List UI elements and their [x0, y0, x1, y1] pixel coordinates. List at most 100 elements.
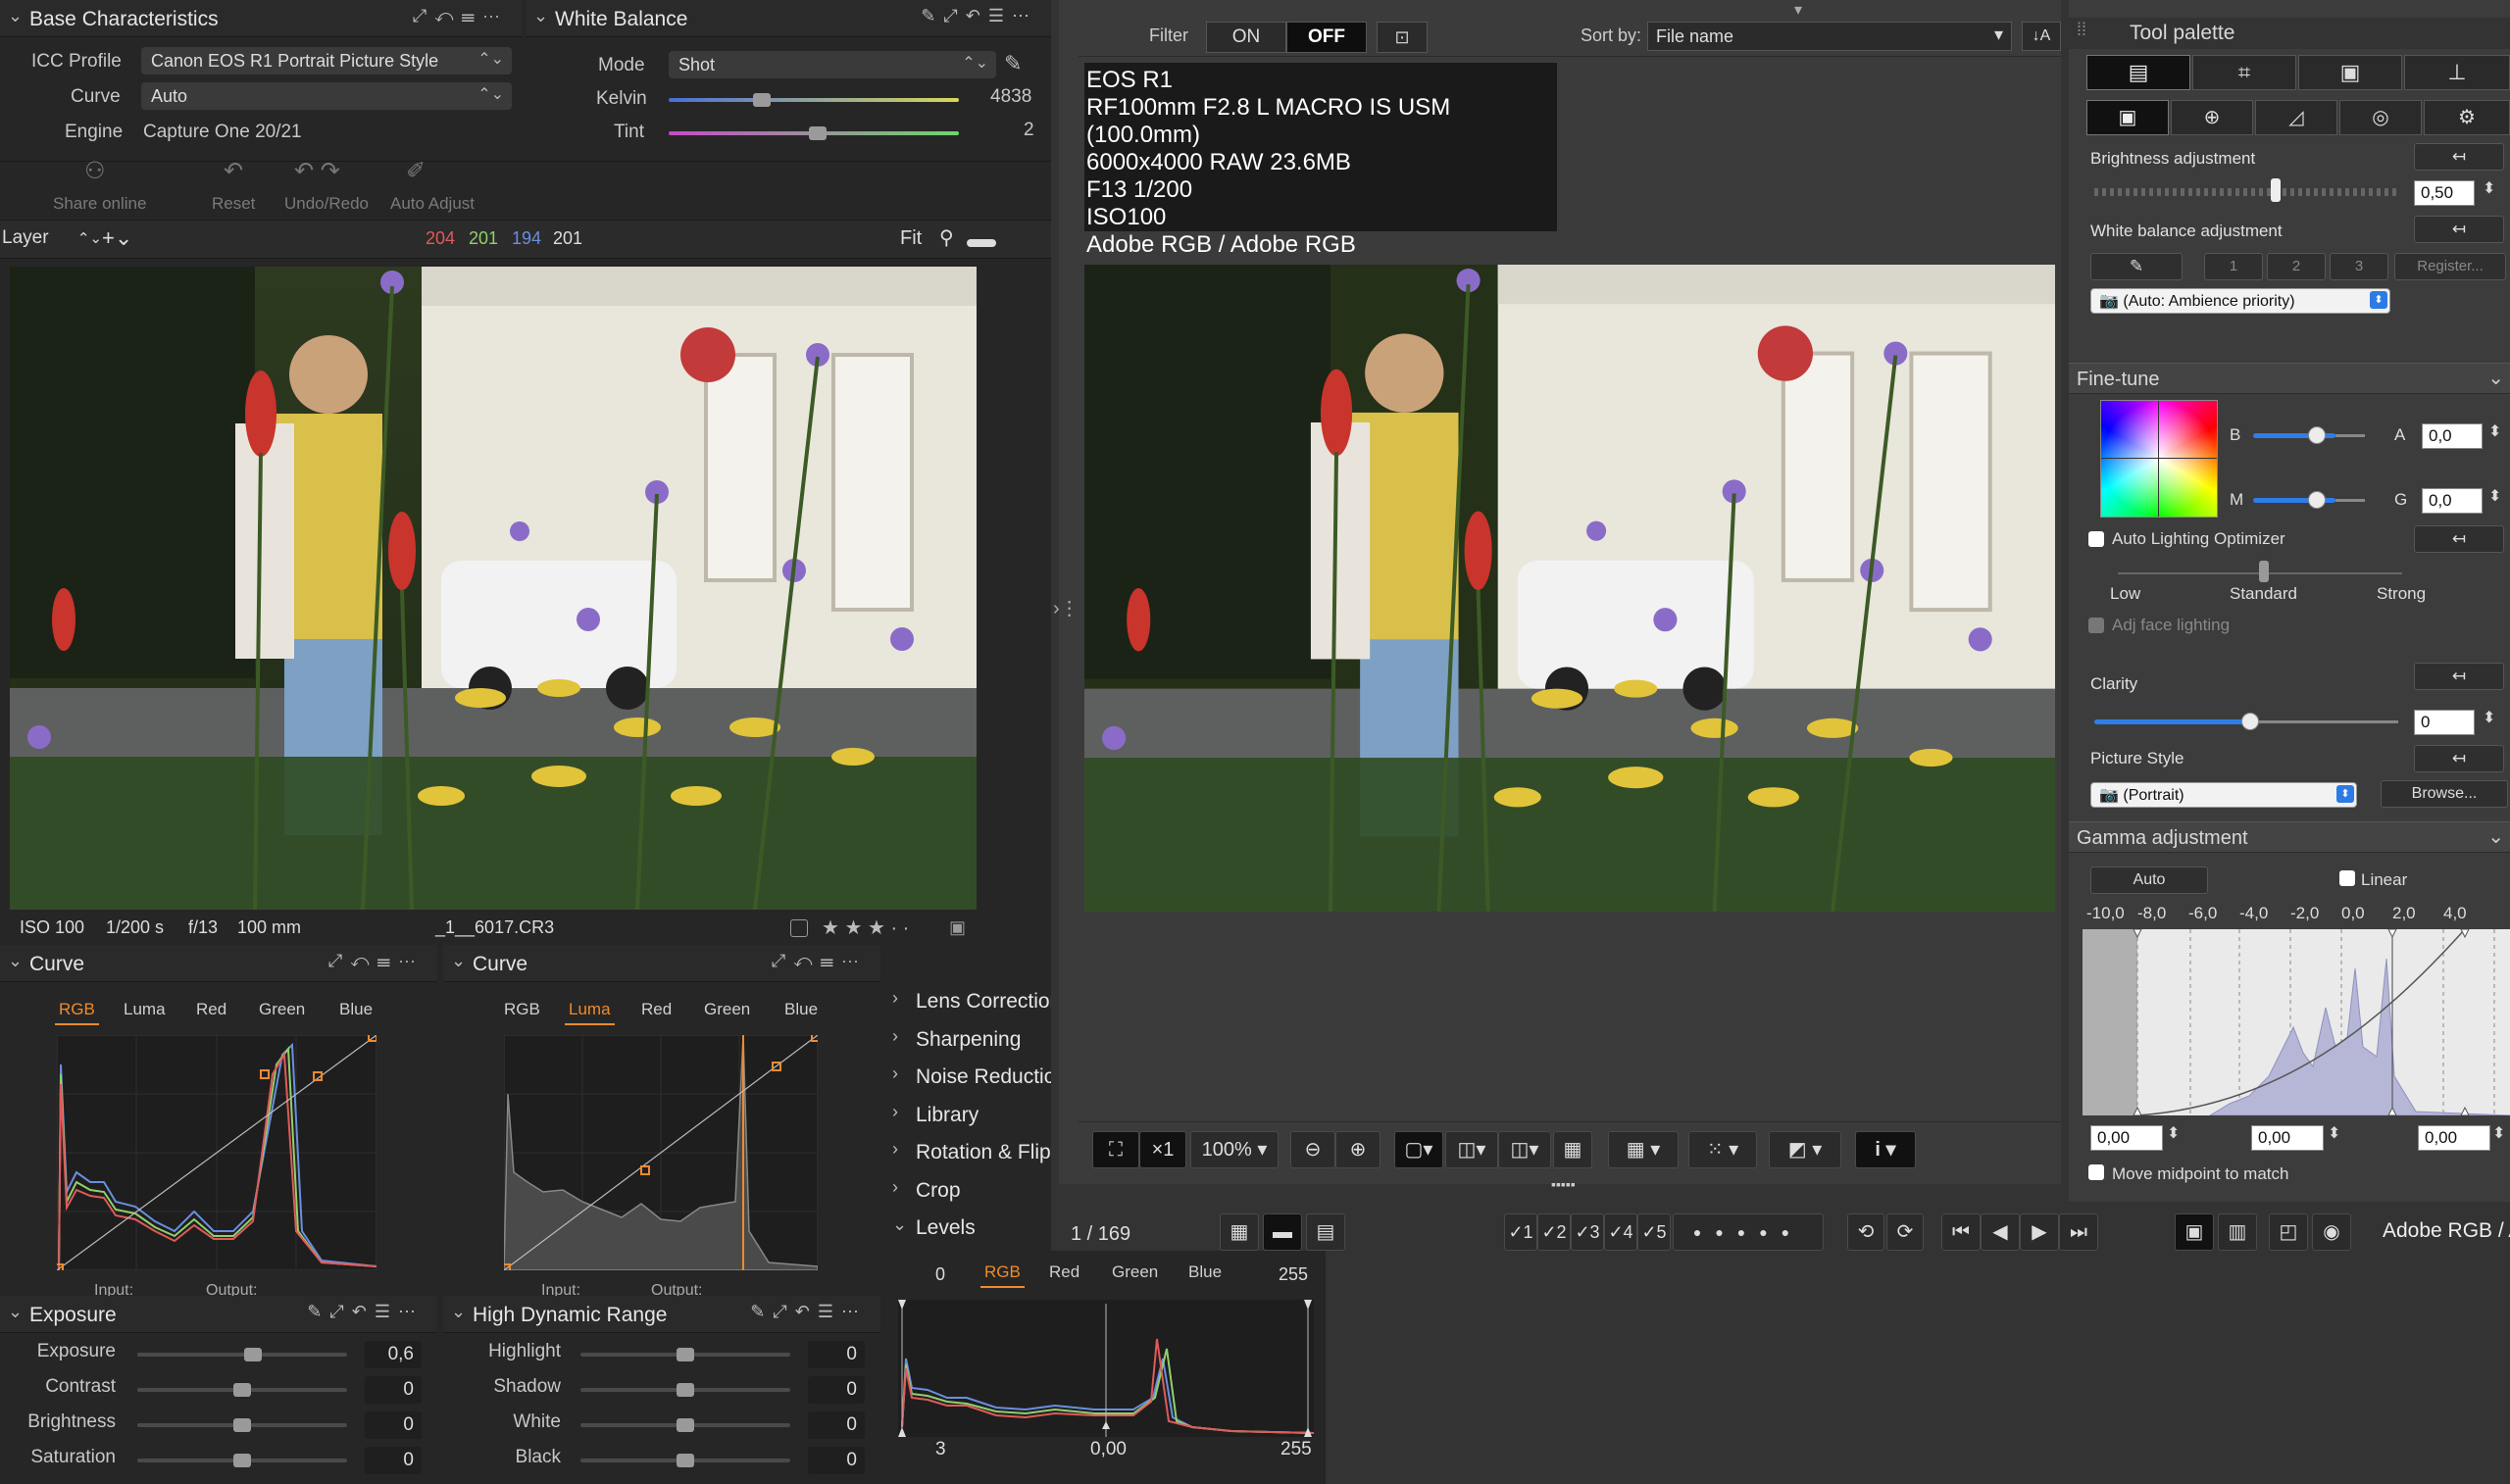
tab-blue[interactable]: Blue — [784, 1000, 818, 1019]
fit-label[interactable]: Fit — [900, 227, 922, 250]
row-value[interactable]: 0 — [808, 1376, 865, 1404]
base-char-header[interactable]: ⌄ Base Characteristics ⤢↶☰⋯ — [0, 0, 522, 37]
levels-histogram[interactable] — [898, 1300, 1314, 1437]
tool-row[interactable]: › Noise Reduction — [882, 1060, 1051, 1095]
brightness-slider[interactable] — [2094, 188, 2398, 196]
wb-header[interactable]: ⌄ White Balance ✎⤢↶☰⋯ — [526, 0, 1051, 37]
gamma-input-1[interactable]: 0,00 — [2090, 1125, 2163, 1151]
icc-select[interactable]: Canon EOS R1 Portrait Picture Style ⌃⌄ — [141, 47, 512, 74]
subtab-lens[interactable]: ◿ — [2255, 100, 2337, 135]
panel-action-icons[interactable]: ✎⤢↶☰⋯ — [750, 1302, 867, 1322]
color-tag-icon[interactable]: ▣ — [949, 917, 966, 938]
lock-icon[interactable]: ⊡ — [1377, 22, 1428, 53]
wb-register-button[interactable]: Register... — [2394, 253, 2506, 280]
row-value[interactable]: 0 — [808, 1341, 865, 1368]
alo-checkbox[interactable] — [2088, 531, 2104, 547]
split-view-button[interactable]: ◫▾ — [1498, 1131, 1551, 1168]
curve1-header[interactable]: ⌄ Curve ⤢↶☰⋯ — [0, 945, 437, 982]
star-rating[interactable]: ★ ★ ★ · · — [822, 915, 909, 940]
gamma-input-3[interactable]: 0,00 — [2418, 1125, 2490, 1151]
select-checkbox[interactable] — [790, 919, 808, 937]
subtab-detail[interactable]: ⊕ — [2171, 100, 2253, 135]
row-value[interactable]: 0 — [808, 1411, 865, 1439]
tool-row[interactable]: › Library — [882, 1098, 1051, 1133]
eyedropper-icon[interactable]: ✎ — [1004, 51, 1022, 76]
gamma-histogram[interactable] — [2083, 929, 2510, 1115]
reset-label[interactable]: Reset — [212, 194, 255, 214]
curve1-graph[interactable] — [57, 1035, 376, 1270]
tab-blue[interactable]: Blue — [339, 1000, 373, 1019]
prev-image-button[interactable]: ◀ — [1981, 1213, 2020, 1251]
zoom-slider[interactable] — [967, 239, 996, 247]
af-points-button[interactable]: ⁙ ▾ — [1688, 1131, 1757, 1168]
tab-blue[interactable]: Blue — [1188, 1262, 1222, 1282]
clarity-knob[interactable] — [2241, 713, 2259, 730]
tab-rgb[interactable]: RGB — [504, 1000, 540, 1019]
stepper-icon[interactable]: ⬍ — [2483, 708, 2495, 727]
clarity-slider[interactable] — [2094, 719, 2251, 724]
tab-red[interactable]: Red — [641, 1000, 672, 1019]
row-value[interactable]: 0 — [808, 1447, 865, 1474]
row-knob[interactable] — [677, 1383, 694, 1397]
brightness-input[interactable]: 0,50 — [2414, 180, 2475, 206]
row-knob[interactable] — [677, 1418, 694, 1432]
picture-style-reset-button[interactable]: ↤ — [2414, 745, 2504, 772]
wb-mode-select[interactable]: Shot ⌃⌄ — [669, 51, 996, 78]
crop-window-button[interactable]: ◰ — [2269, 1213, 2308, 1251]
wb-select[interactable]: 📷 (Auto: Ambience priority) ⬍ — [2090, 288, 2390, 314]
curve2-graph[interactable] — [504, 1035, 818, 1270]
stepper-icon[interactable]: ⬍ — [2492, 1123, 2505, 1143]
row-knob[interactable] — [233, 1454, 251, 1467]
stepper-icon[interactable]: ⬍ — [2488, 421, 2501, 441]
tool-tab-crop[interactable]: ⌗ — [2192, 55, 2296, 90]
linear-checkbox[interactable] — [2339, 870, 2355, 886]
tint-knob[interactable] — [809, 126, 827, 140]
thumb-view-button[interactable]: ▦ — [1220, 1213, 1259, 1251]
clarity-input[interactable]: 0 — [2414, 710, 2475, 735]
finetune-header[interactable]: Fine-tune ⌄ — [2069, 363, 2510, 394]
wb-reset-button[interactable]: ↤ — [2414, 216, 2504, 243]
preview-view-button[interactable]: ▬ — [1263, 1213, 1302, 1251]
kelvin-knob[interactable] — [753, 93, 771, 107]
tab-luma[interactable]: Luma — [565, 1000, 615, 1025]
rotate-left-button[interactable]: ⟲ — [1847, 1213, 1884, 1251]
row-knob[interactable] — [677, 1454, 694, 1467]
kelvin-slider[interactable] — [669, 98, 959, 102]
row-value[interactable]: 0,6 — [365, 1341, 422, 1368]
row-value[interactable]: 0 — [365, 1411, 422, 1439]
list-view-button[interactable]: ▤ — [1306, 1213, 1345, 1251]
tab-green[interactable]: Green — [704, 1000, 750, 1019]
zoom-percent-select[interactable]: 100% ▾ — [1190, 1131, 1279, 1168]
grid-view-button[interactable]: ▦ — [1553, 1131, 1592, 1168]
sort-direction-button[interactable]: ↓A — [2022, 22, 2061, 51]
row-knob[interactable] — [677, 1348, 694, 1361]
next-image-button[interactable]: ▶ — [2020, 1213, 2059, 1251]
wb-eyedropper-button[interactable]: ✎ — [2090, 253, 2183, 280]
midpoint-checkbox[interactable] — [2088, 1164, 2104, 1180]
first-image-button[interactable]: ⏮ — [1941, 1213, 1981, 1251]
subtab-settings[interactable]: ⚙ — [2424, 100, 2510, 135]
zoom-icon[interactable]: ⚲ — [939, 225, 954, 250]
auto-adjust-label[interactable]: Auto Adjust — [390, 194, 475, 214]
tool-row[interactable]: › Crop — [882, 1173, 1051, 1209]
side-handle-icon[interactable]: ›⋮ — [1053, 596, 1079, 620]
tab-green[interactable]: Green — [1112, 1262, 1158, 1282]
rating-button-2[interactable]: ✓2 — [1537, 1213, 1571, 1251]
panel-action-icons[interactable]: ⤢↶☰⋯ — [413, 6, 508, 26]
undo-icon[interactable]: ↶ ↷ — [294, 157, 340, 185]
alo-knob[interactable] — [2259, 561, 2269, 582]
undo-redo-label[interactable]: Undo/Redo — [284, 194, 369, 214]
tab-red[interactable]: Red — [196, 1000, 226, 1019]
zoom-x1-button[interactable]: ×1 — [1139, 1131, 1186, 1168]
rating-dots[interactable]: ●●●●● — [1673, 1213, 1824, 1251]
add-layer-icon[interactable]: +⌄ — [102, 225, 132, 251]
tab-red[interactable]: Red — [1049, 1262, 1079, 1282]
collapse-arrow-icon[interactable]: ▾ — [1794, 0, 1802, 20]
clarity-reset-button[interactable]: ↤ — [2414, 663, 2504, 690]
tool-row[interactable]: › Lens Correction — [882, 984, 1051, 1019]
zoom-in-button[interactable]: ⊕ — [1335, 1131, 1380, 1168]
hdr-header[interactable]: ⌄ High Dynamic Range ✎⤢↶☰⋯ — [443, 1296, 880, 1333]
drag-handle-icon[interactable]: ▪▪▪▪▪ — [1551, 1176, 1576, 1192]
rotate-right-button[interactable]: ⟳ — [1886, 1213, 1924, 1251]
layer-select[interactable]: Layer ⌃⌄ — [2, 227, 102, 249]
